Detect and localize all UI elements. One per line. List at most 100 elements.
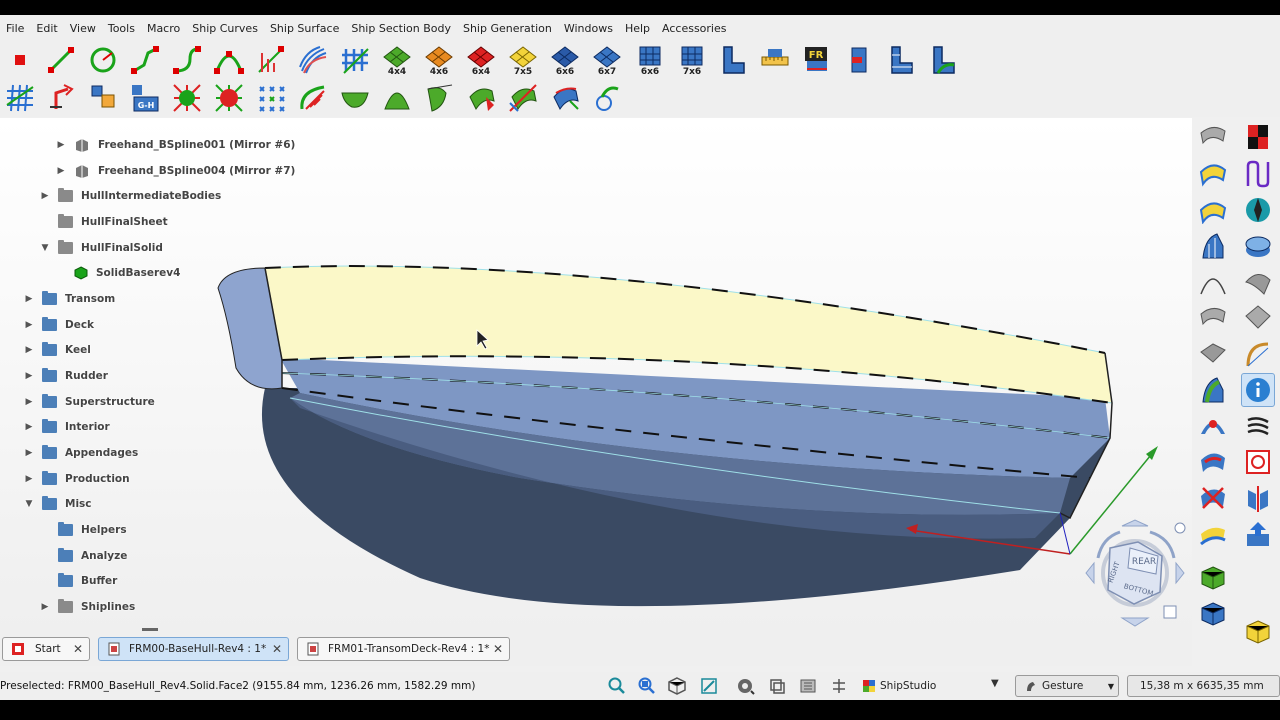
close-icon[interactable]: ✕	[272, 642, 282, 656]
cylinder-cut-icon[interactable]	[1243, 231, 1273, 261]
zebra-icon[interactable]	[1243, 411, 1273, 441]
arch-red-icon[interactable]	[1198, 411, 1228, 441]
draw-style-icon[interactable]	[735, 676, 757, 696]
menu-tools[interactable]: Tools	[108, 22, 135, 35]
expand-arrow-icon[interactable]: ▶	[40, 602, 50, 612]
bspline-curve-icon[interactable]	[171, 44, 203, 76]
menu-help[interactable]: Help	[625, 22, 650, 35]
patch-blue-icon[interactable]	[549, 82, 581, 114]
zoom-fit-icon[interactable]	[606, 676, 628, 696]
extrude-blue-icon[interactable]	[1243, 519, 1273, 549]
tree-item-superstructure[interactable]: ▶ Superstructure	[24, 392, 155, 412]
tree-item-transom[interactable]: ▶ Transom	[24, 289, 115, 309]
collapse-arrow-icon[interactable]: ▼	[40, 243, 50, 253]
tree-item-analyze[interactable]: Analyze	[40, 546, 127, 566]
cube-stack-icon[interactable]	[87, 82, 119, 114]
polyline-curve-icon[interactable]	[129, 44, 161, 76]
tree-item-rudder[interactable]: ▶ Rudder	[24, 366, 108, 386]
line-curve-icon[interactable]	[45, 44, 77, 76]
expand-arrow-icon[interactable]: ▶	[24, 345, 34, 355]
section-green-icon[interactable]	[927, 44, 959, 76]
tab-frm00-basehull[interactable]: FRM00-BaseHull-Rev4 : 1* ✕	[98, 637, 289, 661]
circle-curve-icon[interactable]	[87, 44, 119, 76]
nav-cube-home-icon[interactable]	[1163, 605, 1177, 619]
tree-item-interior[interactable]: ▶ Interior	[24, 417, 110, 437]
view-cube-icon[interactable]	[766, 676, 788, 696]
tree-item-hull-final-sheet[interactable]: HullFinalSheet	[40, 212, 168, 232]
patch-6x4-icon[interactable]: 6x4	[465, 44, 497, 76]
section-ruler-icon[interactable]	[759, 44, 791, 76]
collapse-arrow-icon[interactable]: ▼	[24, 499, 34, 509]
bow-shape-icon[interactable]	[381, 82, 413, 114]
section-stack-icon[interactable]	[885, 44, 917, 76]
tree-item-deck[interactable]: ▶ Deck	[24, 315, 94, 335]
scatter-points-icon[interactable]	[255, 82, 287, 114]
tree-item-hull-intermediate-bodies[interactable]: ▶ HullIntermediateBodies	[40, 186, 221, 206]
stop-macro-icon[interactable]	[4, 44, 36, 76]
close-icon[interactable]: ✕	[493, 642, 503, 656]
navigation-style-dropdown[interactable]: Gesture ▼	[1015, 675, 1119, 697]
hull-shape-icon[interactable]	[339, 82, 371, 114]
sheet-flat-icon[interactable]	[1198, 339, 1228, 369]
menu-edit[interactable]: Edit	[36, 22, 57, 35]
expand-arrow-icon[interactable]: ▶	[24, 320, 34, 330]
tree-item-helpers[interactable]: Helpers	[40, 520, 127, 540]
menu-accessories[interactable]: Accessories	[662, 22, 726, 35]
sweep-surface-icon[interactable]	[1198, 122, 1228, 152]
square-circle-icon[interactable]	[1243, 447, 1273, 477]
tree-item-keel[interactable]: ▶ Keel	[24, 340, 91, 360]
frame-fr-icon[interactable]: FR	[801, 44, 833, 76]
clipping-icon[interactable]	[828, 676, 850, 696]
interpolate-curve-icon[interactable]	[255, 44, 287, 76]
tree-resize-handle[interactable]	[142, 628, 158, 631]
expand-arrow-icon[interactable]: ▶	[56, 140, 66, 150]
section-red-icon[interactable]	[843, 44, 875, 76]
mesh-grid-icon[interactable]	[339, 44, 371, 76]
expand-arrow-icon[interactable]: ▶	[40, 191, 50, 201]
net-red-icon[interactable]	[213, 82, 245, 114]
close-icon[interactable]: ✕	[73, 642, 83, 656]
net-green-icon[interactable]	[171, 82, 203, 114]
workbench-selector[interactable]: ShipStudio	[880, 680, 936, 692]
green-cube-icon[interactable]	[1198, 563, 1228, 593]
patch-4x4-icon[interactable]: 4x4	[381, 44, 413, 76]
checker-red-icon[interactable]	[1243, 122, 1273, 152]
loft-surface-icon[interactable]	[1198, 159, 1228, 189]
grid-icon[interactable]	[4, 82, 36, 114]
tree-item-production[interactable]: ▶ Production	[24, 469, 130, 489]
wave-surface-icon[interactable]	[1198, 303, 1228, 333]
tree-item-hull-final-solid[interactable]: ▼ HullFinalSolid	[40, 238, 163, 258]
menu-ship-curves[interactable]: Ship Curves	[192, 22, 258, 35]
profile-surface-icon[interactable]	[1198, 231, 1228, 261]
mirror-plane-icon[interactable]	[1243, 483, 1273, 513]
tree-item-shiplines[interactable]: ▶ Shiplines	[40, 597, 135, 617]
expand-arrow-icon[interactable]: ▶	[24, 397, 34, 407]
menu-ship-section-body[interactable]: Ship Section Body	[351, 22, 451, 35]
tab-frm01-transomdeck[interactable]: FRM01-TransomDeck-Rev4 : 1* ✕	[297, 637, 510, 661]
panel-7x6-icon[interactable]: 7x6	[675, 44, 707, 76]
blue-cube-icon[interactable]	[1198, 599, 1228, 629]
rotate-surface-icon[interactable]	[591, 82, 623, 114]
expand-arrow-icon[interactable]: ▶	[24, 474, 34, 484]
surface-curve-icon[interactable]	[297, 82, 329, 114]
curve-hook-icon[interactable]	[1243, 339, 1273, 369]
patch-7x5-icon[interactable]: 7x5	[507, 44, 539, 76]
tree-item-freehand-bspline001[interactable]: ▶ Freehand_BSpline001 (Mirror #6)	[56, 135, 295, 155]
stereo-icon[interactable]	[798, 676, 820, 696]
cross-patch-icon[interactable]	[1198, 483, 1228, 513]
menu-view[interactable]: View	[70, 22, 96, 35]
blend-surface-icon[interactable]	[1198, 195, 1228, 225]
bezier-curve-icon[interactable]	[213, 44, 245, 76]
navigation-cube[interactable]: REAR RIGHT BOTTOM	[1080, 518, 1192, 628]
patch-mirror-icon[interactable]	[507, 82, 539, 114]
expand-arrow-icon[interactable]: ▶	[24, 294, 34, 304]
nav-right-arrow-icon[interactable]	[1175, 561, 1185, 585]
menu-ship-surface[interactable]: Ship Surface	[270, 22, 339, 35]
curve-network-icon[interactable]	[297, 44, 329, 76]
nav-cube-menu-icon[interactable]	[1174, 522, 1186, 534]
expand-arrow-icon[interactable]: ▶	[24, 422, 34, 432]
section-body-icon[interactable]	[717, 44, 749, 76]
expand-arrow-icon[interactable]: ▶	[56, 166, 66, 176]
measure-icon[interactable]	[698, 676, 720, 696]
panel-6x6-icon[interactable]: 6x6	[633, 44, 665, 76]
